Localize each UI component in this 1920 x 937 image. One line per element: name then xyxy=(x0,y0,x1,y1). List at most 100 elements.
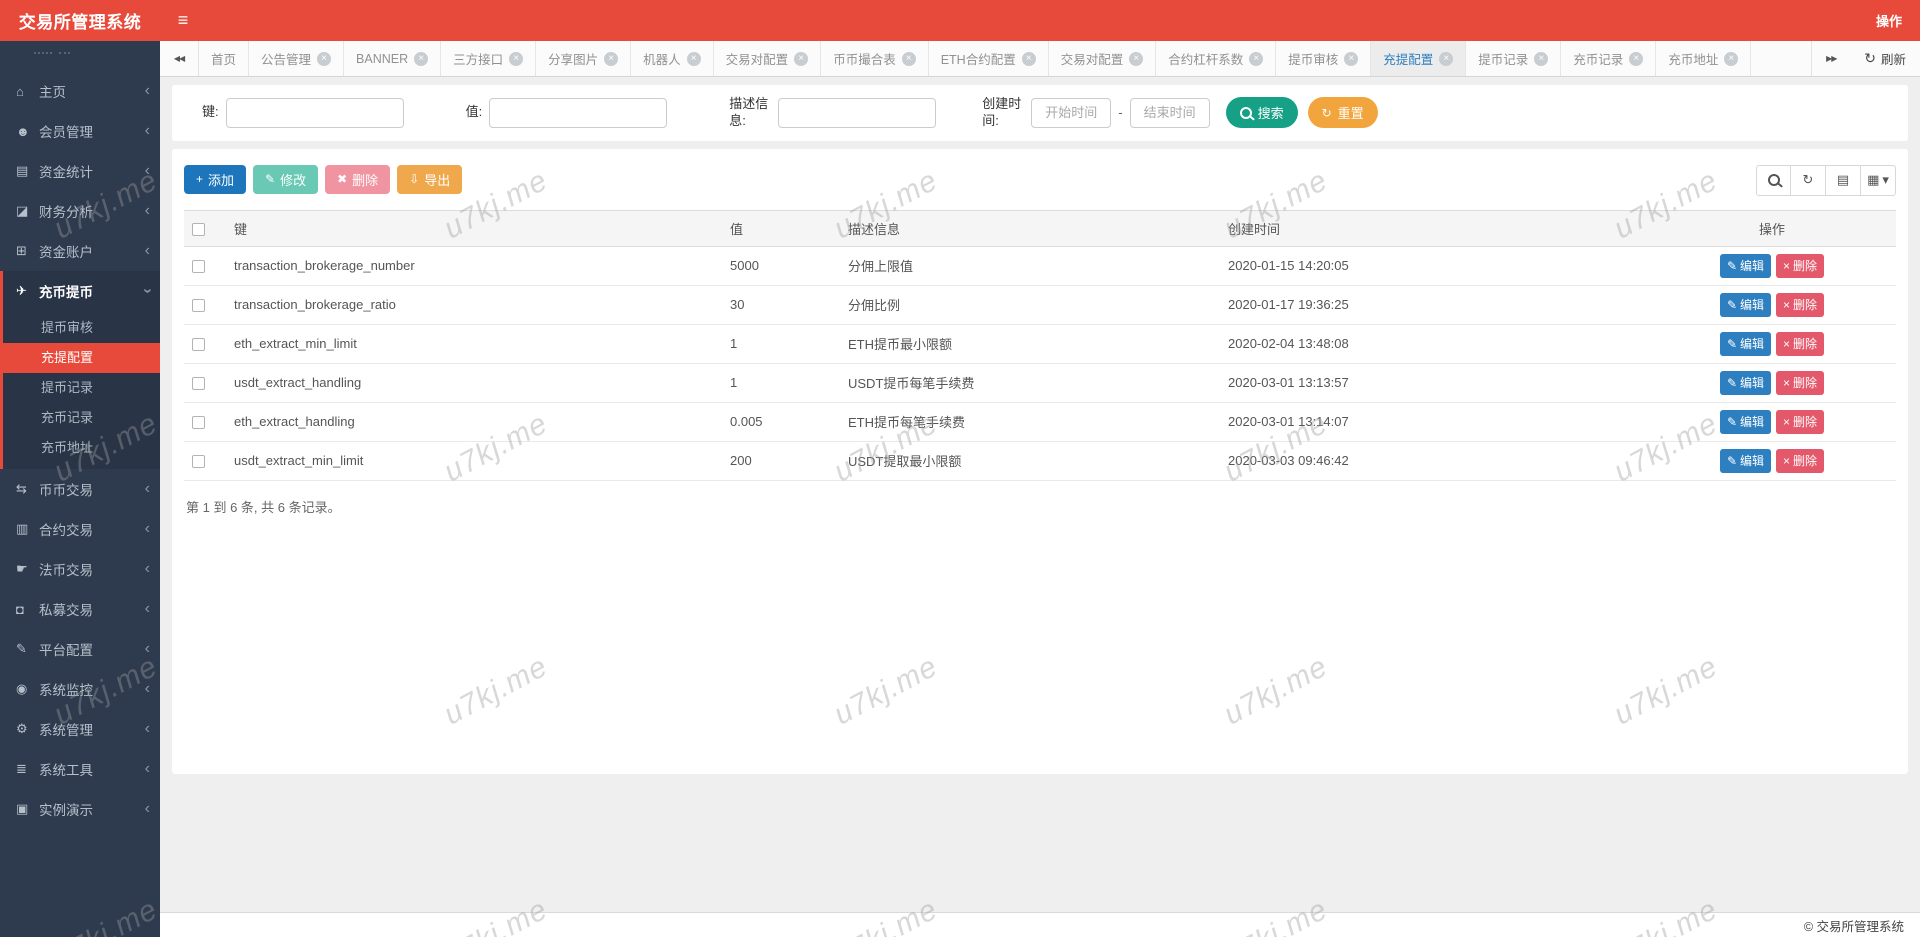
caret-down-icon: ▾ xyxy=(1882,172,1889,188)
end-time-input[interactable] xyxy=(1129,97,1210,128)
sidebar-item-coin-trade[interactable]: ⇆ 币币交易 ‹ xyxy=(0,469,160,509)
header-action-button[interactable]: 操作 xyxy=(1858,0,1920,41)
tab-close-icon[interactable]: × xyxy=(317,51,332,66)
tab-close-icon[interactable]: × xyxy=(1724,51,1739,66)
table-refresh-button[interactable]: ↻ xyxy=(1791,164,1826,196)
tab-coin-match-table[interactable]: 币币撮合表 × xyxy=(821,41,929,76)
tab-close-icon[interactable]: × xyxy=(604,51,619,66)
sidebar-item-fiat-trade[interactable]: ☛ 法币交易 ‹ xyxy=(0,549,160,589)
sidebar-subitem-withdraw-records[interactable]: 提币记录 xyxy=(3,373,160,403)
row-delete-button[interactable]: × 删除 xyxy=(1776,331,1825,356)
column-header-key[interactable]: 键 xyxy=(226,209,722,247)
tab-share-image[interactable]: 分享图片 × xyxy=(536,41,632,76)
tab-home[interactable]: 首页 xyxy=(199,41,250,76)
value-input[interactable] xyxy=(489,97,668,128)
sidebar-subitem-deposit-withdraw-config[interactable]: 充提配置 xyxy=(0,343,160,373)
row-delete-button[interactable]: × 删除 xyxy=(1776,409,1825,434)
add-button[interactable]: + 添加 xyxy=(184,164,247,194)
row-edit-button[interactable]: ✎ 编辑 xyxy=(1719,448,1772,473)
tab-close-icon[interactable]: × xyxy=(1629,51,1644,66)
select-all-checkbox[interactable] xyxy=(192,222,205,236)
row-edit-button[interactable]: ✎ 编辑 xyxy=(1719,370,1772,395)
tab-close-icon[interactable]: × xyxy=(794,51,809,66)
tab-close-icon[interactable]: × xyxy=(1534,51,1549,66)
table-detail-view-button[interactable]: ▤ xyxy=(1826,164,1861,196)
sidebar-item-system-manage[interactable]: ⚙ 系统管理 ‹ xyxy=(0,709,160,749)
sidebar-item-funds-stats[interactable]: ▤ 资金统计 ‹ xyxy=(0,151,160,191)
export-button[interactable]: ⇩ 导出 xyxy=(397,164,463,194)
tab-close-icon[interactable]: × xyxy=(686,51,701,66)
tab-close-icon[interactable]: × xyxy=(414,51,429,66)
sidebar-subitem-deposit-records[interactable]: 充币记录 xyxy=(3,403,160,433)
row-edit-button[interactable]: ✎ 编辑 xyxy=(1719,409,1772,434)
row-checkbox[interactable] xyxy=(192,260,205,274)
sidebar-item-contract-trade[interactable]: ▥ 合约交易 ‹ xyxy=(0,509,160,549)
tab-close-icon[interactable]: × xyxy=(1344,51,1359,66)
cell-description: USDT提币每笔手续费 xyxy=(840,363,1220,403)
tab-leverage-factor[interactable]: 合约杠杆系数 × xyxy=(1156,41,1277,76)
tab-close-icon[interactable]: × xyxy=(1439,51,1454,66)
tab-notice-mgmt[interactable]: 公告管理 × xyxy=(249,41,345,76)
table-columns-button[interactable]: ▦ ▾ xyxy=(1861,164,1896,196)
row-delete-button[interactable]: × 删除 xyxy=(1776,370,1825,395)
sidebar-subitem-withdraw-audit[interactable]: 提币审核 xyxy=(3,313,160,343)
sidebar-item-funds-account[interactable]: ⊞ 资金账户 ‹ xyxy=(0,231,160,271)
tab-robot[interactable]: 机器人 × xyxy=(631,41,714,76)
sidebar-item-label: 资金账户 xyxy=(39,245,93,260)
sidebar-item-platform-config[interactable]: ✎ 平台配置 ‹ xyxy=(0,629,160,669)
column-header-create-time[interactable]: 创建时间 xyxy=(1220,209,1648,247)
search-button[interactable]: 搜索 xyxy=(1225,97,1298,129)
tab-close-icon[interactable]: × xyxy=(509,51,524,66)
column-header-value[interactable]: 值 xyxy=(722,209,840,247)
sidebar-item-deposit-withdraw[interactable]: ✈ 充币提币 ‹ 提币审核 充提配置 提币记录 充币记录 充币地址 xyxy=(0,271,160,469)
tab-trade-pair-config[interactable]: 交易对配置 × xyxy=(714,41,822,76)
sidebar-item-private-trade[interactable]: ◘ 私募交易 ‹ xyxy=(0,589,160,629)
key-input[interactable] xyxy=(225,97,404,128)
row-edit-button[interactable]: ✎ 编辑 xyxy=(1719,253,1772,278)
desktop-icon: ▣ xyxy=(16,801,29,816)
row-delete-button[interactable]: × 删除 xyxy=(1776,448,1825,473)
table-search-toggle-button[interactable] xyxy=(1756,164,1791,196)
tab-withdraw-audit[interactable]: 提币审核 × xyxy=(1276,41,1372,76)
row-edit-button[interactable]: ✎ 编辑 xyxy=(1719,292,1772,317)
row-checkbox[interactable] xyxy=(192,416,205,430)
row-edit-button[interactable]: ✎ 编辑 xyxy=(1719,331,1772,356)
tab-label: 交易对配置 xyxy=(725,53,789,67)
sidebar-item-system-tools[interactable]: ≣ 系统工具 ‹ xyxy=(0,749,160,789)
tabs-scroll-left-button[interactable]: ◀◀ xyxy=(160,41,199,76)
sidebar-item-demo[interactable]: ▣ 实例演示 ‹ xyxy=(0,789,160,829)
row-delete-button[interactable]: × 删除 xyxy=(1776,253,1825,278)
row-checkbox[interactable] xyxy=(192,455,205,469)
tab-close-icon[interactable]: × xyxy=(1249,51,1264,66)
tab-deposit-withdraw-config[interactable]: 充提配置 × xyxy=(1371,41,1467,76)
modify-button[interactable]: ✎ 修改 xyxy=(253,164,319,194)
tab-close-icon[interactable]: × xyxy=(1129,51,1144,66)
start-time-input[interactable] xyxy=(1031,97,1112,128)
tab-close-icon[interactable]: × xyxy=(1021,51,1036,66)
row-checkbox[interactable] xyxy=(192,377,205,391)
tab-third-party[interactable]: 三方接口 × xyxy=(441,41,537,76)
tab-withdraw-records[interactable]: 提币记录 × xyxy=(1466,41,1562,76)
tab-banner[interactable]: BANNER × xyxy=(344,41,442,76)
tab-close-icon[interactable]: × xyxy=(901,51,916,66)
reset-button[interactable]: ↻ 重置 xyxy=(1307,97,1378,129)
column-header-description[interactable]: 描述信息 xyxy=(840,209,1220,247)
sidebar-item-system-monitor[interactable]: ◉ 系统监控 ‹ xyxy=(0,669,160,709)
tab-deposit-address[interactable]: 充币地址 × xyxy=(1656,41,1752,76)
hamburger-menu-button[interactable]: ≡ xyxy=(160,0,206,41)
row-delete-button[interactable]: × 删除 xyxy=(1776,292,1825,317)
description-input[interactable] xyxy=(778,97,937,128)
tab-trade-pair-config-2[interactable]: 交易对配置 × xyxy=(1049,41,1157,76)
tabs-scroll-right-button[interactable]: ▶▶ xyxy=(1811,41,1850,76)
row-checkbox[interactable] xyxy=(192,338,205,352)
copyright-text: © 交易所管理系统 xyxy=(1803,919,1904,934)
refresh-tab-button[interactable]: ↻ 刷新 xyxy=(1850,41,1920,76)
sidebar-item-home[interactable]: ⌂ 主页 ‹ xyxy=(0,71,160,111)
tab-eth-contract-config[interactable]: ETH合约配置 × xyxy=(929,41,1049,76)
sidebar-item-members[interactable]: ☻ 会员管理 ‹ xyxy=(0,111,160,151)
delete-button[interactable]: ✖ 删除 xyxy=(325,164,391,194)
tab-deposit-records[interactable]: 充币记录 × xyxy=(1561,41,1657,76)
sidebar-subitem-deposit-address[interactable]: 充币地址 xyxy=(3,433,160,463)
sidebar-item-finance-analysis[interactable]: ◪ 财务分析 ‹ xyxy=(0,191,160,231)
row-checkbox[interactable] xyxy=(192,299,205,313)
